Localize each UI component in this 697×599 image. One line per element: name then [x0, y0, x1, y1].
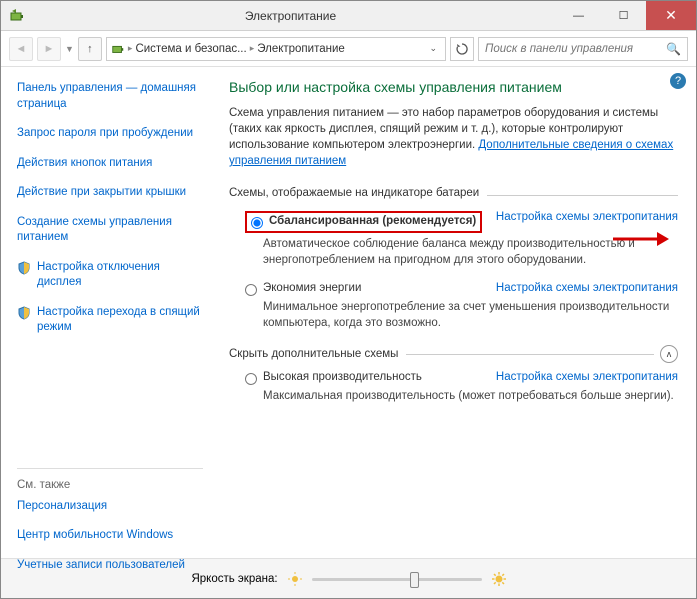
- breadcrumb-item[interactable]: Система и безопас...: [135, 43, 246, 55]
- plan-powersaver-settings-link[interactable]: Настройка схемы электропитания: [496, 282, 678, 294]
- refresh-icon: [456, 43, 468, 55]
- plan-highperf: Высокая производительность Настройка схе…: [245, 371, 678, 405]
- sidebar-link-sleep[interactable]: Настройка перехода в спящий режим: [37, 305, 203, 336]
- arrow-annotation-icon: [611, 230, 671, 248]
- chevron-right-icon: ▸: [128, 43, 133, 54]
- shield-icon: [17, 261, 31, 275]
- window-title: Электропитание: [25, 9, 556, 23]
- breadcrumb[interactable]: ▸ Система и безопас... ▸ Электропитание …: [106, 37, 446, 61]
- sidebar: Панель управления — домашняя страница За…: [1, 67, 211, 558]
- search-box[interactable]: 🔍: [478, 37, 688, 61]
- plan-balanced-radio[interactable]: [251, 217, 263, 229]
- brightness-label: Яркость экрана:: [191, 573, 277, 585]
- plan-highperf-desc: Максимальная производительность (может п…: [263, 389, 678, 405]
- plan-balanced-settings-link[interactable]: Настройка схемы электропитания: [496, 211, 678, 223]
- slider-thumb[interactable]: [410, 572, 419, 588]
- breadcrumb-dropdown-icon[interactable]: ⌄: [425, 43, 441, 54]
- sun-bright-icon: [492, 572, 506, 586]
- help-icon[interactable]: ?: [670, 73, 686, 89]
- plan-highperf-settings-link[interactable]: Настройка схемы электропитания: [496, 371, 678, 383]
- refresh-button[interactable]: [450, 37, 474, 61]
- sidebar-link-password[interactable]: Запрос пароля при пробуждении: [17, 126, 193, 142]
- sidebar-link-personalization[interactable]: Персонализация: [17, 499, 107, 515]
- sidebar-link-mobility-center[interactable]: Центр мобильности Windows: [17, 528, 173, 544]
- breadcrumb-item[interactable]: Электропитание: [257, 43, 345, 55]
- plan-highperf-radio[interactable]: [245, 373, 257, 385]
- intro-text: Схема управления питанием — это набор па…: [229, 105, 678, 169]
- sidebar-link-user-accounts[interactable]: Учетные записи пользователей: [17, 558, 185, 574]
- additional-plans-toggle[interactable]: Скрыть дополнительные схемы ʌ: [229, 345, 678, 363]
- battery-icon: [9, 8, 25, 24]
- minimize-button[interactable]: —: [556, 1, 601, 30]
- chevron-right-icon: ▸: [250, 43, 255, 54]
- highlight-annotation: Сбалансированная (рекомендуется): [245, 211, 482, 233]
- additional-plans-label: Скрыть дополнительные схемы: [229, 348, 398, 360]
- brightness-slider[interactable]: [312, 570, 482, 588]
- battery-plans-label-text: Схемы, отображаемые на индикаторе батаре…: [229, 187, 487, 199]
- plan-balanced-name[interactable]: Сбалансированная (рекомендуется): [269, 215, 476, 227]
- page-title: Выбор или настройка схемы управления пит…: [229, 79, 678, 95]
- battery-plans-label: Схемы, отображаемые на индикаторе батаре…: [229, 187, 678, 199]
- sidebar-home-link[interactable]: Панель управления — домашняя страница: [17, 81, 203, 112]
- close-button[interactable]: ✕: [646, 1, 696, 30]
- titlebar: Электропитание — ☐ ✕: [1, 1, 696, 31]
- plan-powersaver-radio[interactable]: [245, 284, 257, 296]
- sidebar-link-create-plan[interactable]: Создание схемы управления питанием: [17, 215, 203, 246]
- search-icon: 🔍: [666, 42, 681, 56]
- chevron-up-icon[interactable]: ʌ: [660, 345, 678, 363]
- battery-icon: [111, 42, 125, 56]
- back-button[interactable]: ◄: [9, 37, 33, 61]
- maximize-button[interactable]: ☐: [601, 1, 646, 30]
- plan-powersaver-name[interactable]: Экономия энергии: [263, 282, 496, 294]
- window-controls: — ☐ ✕: [556, 1, 696, 30]
- main-content: ? Выбор или настройка схемы управления п…: [211, 67, 696, 558]
- sidebar-link-lid-action[interactable]: Действие при закрытии крышки: [17, 185, 186, 201]
- plan-powersaver: Экономия энергии Настройка схемы электро…: [245, 282, 678, 331]
- history-dropdown-icon[interactable]: ▼: [65, 44, 74, 54]
- up-button[interactable]: ↑: [78, 37, 102, 61]
- sidebar-link-display-off[interactable]: Настройка отключения дисплея: [37, 260, 203, 291]
- plan-powersaver-desc: Минимальное энергопотребление за счет ум…: [263, 300, 678, 331]
- see-also-heading: См. также: [17, 479, 203, 491]
- plan-highperf-name[interactable]: Высокая производительность: [263, 371, 496, 383]
- navbar: ◄ ► ▼ ↑ ▸ Система и безопас... ▸ Электро…: [1, 31, 696, 67]
- forward-button[interactable]: ►: [37, 37, 61, 61]
- sun-dim-icon: [288, 572, 302, 586]
- search-input[interactable]: [485, 43, 666, 55]
- shield-icon: [17, 306, 31, 320]
- sidebar-link-power-buttons[interactable]: Действия кнопок питания: [17, 156, 152, 172]
